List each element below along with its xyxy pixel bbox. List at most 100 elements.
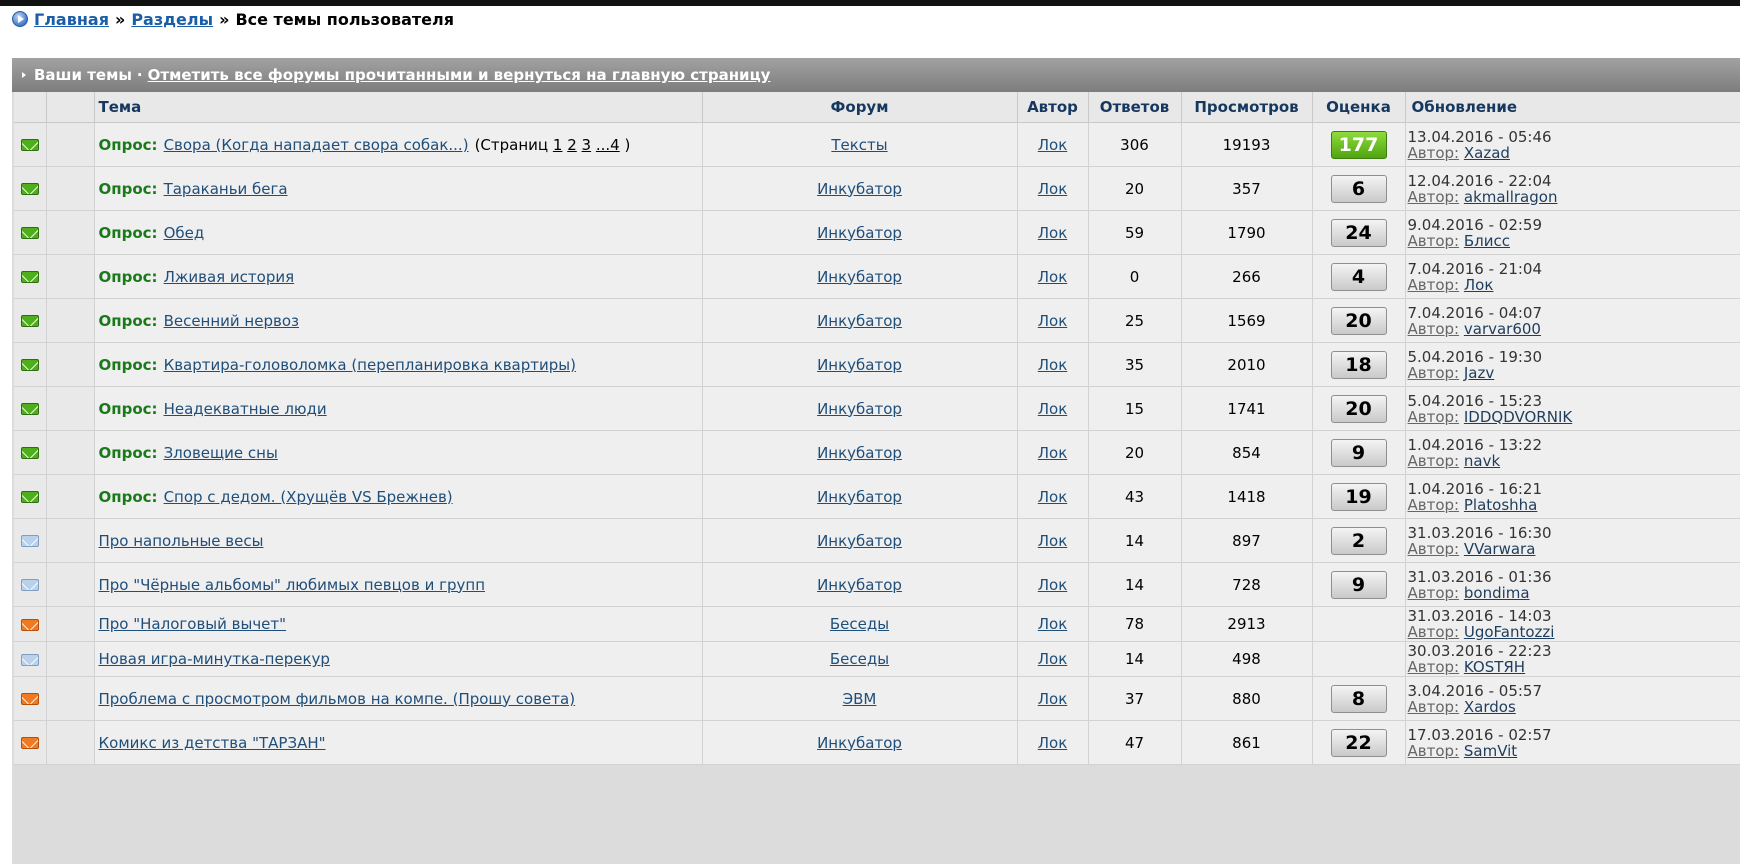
table-row: Новая игра-минутка-перекур Беседы Лок 14 498… (14, 641, 1740, 677)
last-author-link[interactable]: Лок (1464, 276, 1494, 294)
topic-title-link[interactable]: Весенний нервоз (164, 312, 299, 330)
author-link[interactable]: Лок (1038, 615, 1068, 633)
forum-cell: ЭВМ (702, 676, 1018, 721)
last-author-link[interactable]: navk (1464, 452, 1500, 470)
forum-link[interactable]: Беседы (830, 650, 889, 668)
topic-title-link[interactable]: Свора (Когда нападает свора собак...) (164, 136, 469, 154)
topic-title-link[interactable]: Квартира-головоломка (перепланировка ква… (164, 356, 576, 374)
author-link[interactable]: Лок (1038, 400, 1068, 418)
header-views[interactable]: Просмотров (1181, 92, 1313, 123)
author-link[interactable]: Лок (1038, 356, 1068, 374)
rating-cell: 19 (1312, 474, 1406, 519)
forum-link[interactable]: Тексты (831, 136, 887, 154)
topic-title-link[interactable]: Про напольные весы (99, 532, 264, 550)
last-author-link[interactable]: IDDQDVORNIK (1464, 408, 1572, 426)
page-link[interactable]: ...4 (596, 136, 620, 154)
update-cell: 5.04.2016 - 19:30 Автор: Jazv (1405, 342, 1740, 387)
forum-link[interactable]: Инкубатор (817, 224, 902, 242)
author-prefix: Автор: (1407, 495, 1460, 514)
author-link[interactable]: Лок (1038, 532, 1068, 550)
header-update[interactable]: Обновление (1405, 92, 1740, 123)
last-author-link[interactable]: Блисс (1464, 232, 1510, 250)
forum-link[interactable]: Инкубатор (817, 400, 902, 418)
topic-title-link[interactable]: Тараканьи бега (164, 180, 288, 198)
author-cell: Лок (1017, 430, 1089, 475)
header-forum[interactable]: Форум (702, 92, 1018, 123)
header-topic[interactable]: Тема (94, 92, 703, 123)
topic-status-cell (14, 518, 47, 563)
breadcrumb-sections-link[interactable]: Разделы (131, 10, 213, 29)
header-rating[interactable]: Оценка (1312, 92, 1406, 123)
envelope-new-icon (20, 227, 39, 239)
topic-title-link[interactable]: Обед (164, 224, 205, 242)
rating-badge: 20 (1330, 306, 1387, 335)
topic-mark-cell (46, 641, 95, 677)
header-author[interactable]: Автор (1017, 92, 1089, 123)
last-author-link[interactable]: Jazv (1464, 364, 1494, 382)
last-author-link[interactable]: bondima (1464, 584, 1530, 602)
update-date: 17.03.2016 - 02:57 (1407, 725, 1552, 744)
topic-title-link[interactable]: Неадекватные люди (164, 400, 327, 418)
last-author-link[interactable]: VVarwara (1464, 540, 1536, 558)
author-link[interactable]: Лок (1038, 444, 1068, 462)
forum-link[interactable]: Инкубатор (817, 576, 902, 594)
table-row: Опрос: Спор с дедом. (Хрущёв VS Брежнев) И… (14, 474, 1740, 519)
author-link[interactable]: Лок (1038, 268, 1068, 286)
last-author-link[interactable]: UgoFantozzi (1464, 623, 1555, 641)
last-author-link[interactable]: Xazad (1464, 144, 1510, 162)
author-link[interactable]: Лок (1038, 136, 1068, 154)
topic-mark-cell (46, 342, 95, 387)
forum-link[interactable]: Инкубатор (817, 444, 902, 462)
last-author-link[interactable]: akmallragon (1464, 188, 1558, 206)
topic-title-link[interactable]: Лживая история (164, 268, 295, 286)
update-date: 30.03.2016 - 22:23 (1407, 642, 1552, 660)
forum-link[interactable]: Инкубатор (817, 488, 902, 506)
update-author-line: Автор: Блисс (1408, 233, 1740, 249)
last-author-link[interactable]: Platoshha (1464, 496, 1537, 514)
forum-link[interactable]: Инкубатор (817, 180, 902, 198)
forum-link[interactable]: Инкубатор (817, 312, 902, 330)
forum-link[interactable]: Беседы (830, 615, 889, 633)
topic-title-link[interactable]: Спор с дедом. (Хрущёв VS Брежнев) (164, 488, 453, 506)
topic-mark-cell (46, 298, 95, 343)
last-author-link[interactable]: Xardos (1464, 698, 1516, 716)
forum-link[interactable]: Инкубатор (817, 532, 902, 550)
topic-title-link[interactable]: Комикс из детства "ТАРЗАН" (99, 734, 326, 752)
page-link[interactable]: 2 (567, 136, 577, 154)
author-link[interactable]: Лок (1038, 312, 1068, 330)
table-header-row: Тема Форум Автор Ответов Просмотров Оцен… (14, 92, 1740, 123)
topic-title-link[interactable]: Про "Чёрные альбомы" любимых певцов и гр… (99, 576, 486, 594)
page-link[interactable]: 1 (553, 136, 563, 154)
forum-link[interactable]: ЭВМ (843, 690, 877, 708)
author-cell: Лок (1017, 720, 1089, 765)
envelope-read-icon (20, 579, 39, 591)
topic-cell: Опрос: Лживая история (94, 254, 703, 299)
topic-title-link[interactable]: Новая игра-минутка-перекур (99, 650, 330, 668)
author-link[interactable]: Лок (1038, 576, 1068, 594)
mark-all-read-link[interactable]: Отметить все форумы прочитанными и верну… (148, 66, 771, 84)
forum-link[interactable]: Инкубатор (817, 356, 902, 374)
topic-title-link[interactable]: Зловещие сны (164, 444, 278, 462)
topic-title-link[interactable]: Проблема с просмотром фильмов на компе. … (99, 690, 576, 708)
forum-cell: Инкубатор (702, 298, 1018, 343)
forum-link[interactable]: Инкубатор (817, 268, 902, 286)
author-link[interactable]: Лок (1038, 734, 1068, 752)
page-link[interactable]: 3 (582, 136, 592, 154)
author-link[interactable]: Лок (1038, 650, 1068, 668)
author-link[interactable]: Лок (1038, 690, 1068, 708)
topic-cell: Опрос: Свора (Когда нападает свора собак.… (94, 122, 703, 167)
topic-cell: Про напольные весы (94, 518, 703, 563)
author-link[interactable]: Лок (1038, 224, 1068, 242)
author-link[interactable]: Лок (1038, 180, 1068, 198)
author-link[interactable]: Лок (1038, 488, 1068, 506)
topic-status-cell (14, 342, 47, 387)
update-author-line: Автор: Xazad (1408, 145, 1740, 161)
last-author-link[interactable]: varvar600 (1464, 320, 1541, 338)
last-author-link[interactable]: SamVit (1464, 742, 1517, 760)
topic-title-link[interactable]: Про "Налоговый вычет" (99, 615, 287, 633)
last-author-link[interactable]: KOSTЯH (1464, 658, 1525, 676)
breadcrumb-home-link[interactable]: Главная (34, 10, 109, 29)
header-replies[interactable]: Ответов (1088, 92, 1182, 123)
update-cell: 31.03.2016 - 16:30 Автор: VVarwara (1405, 518, 1740, 563)
forum-link[interactable]: Инкубатор (817, 734, 902, 752)
